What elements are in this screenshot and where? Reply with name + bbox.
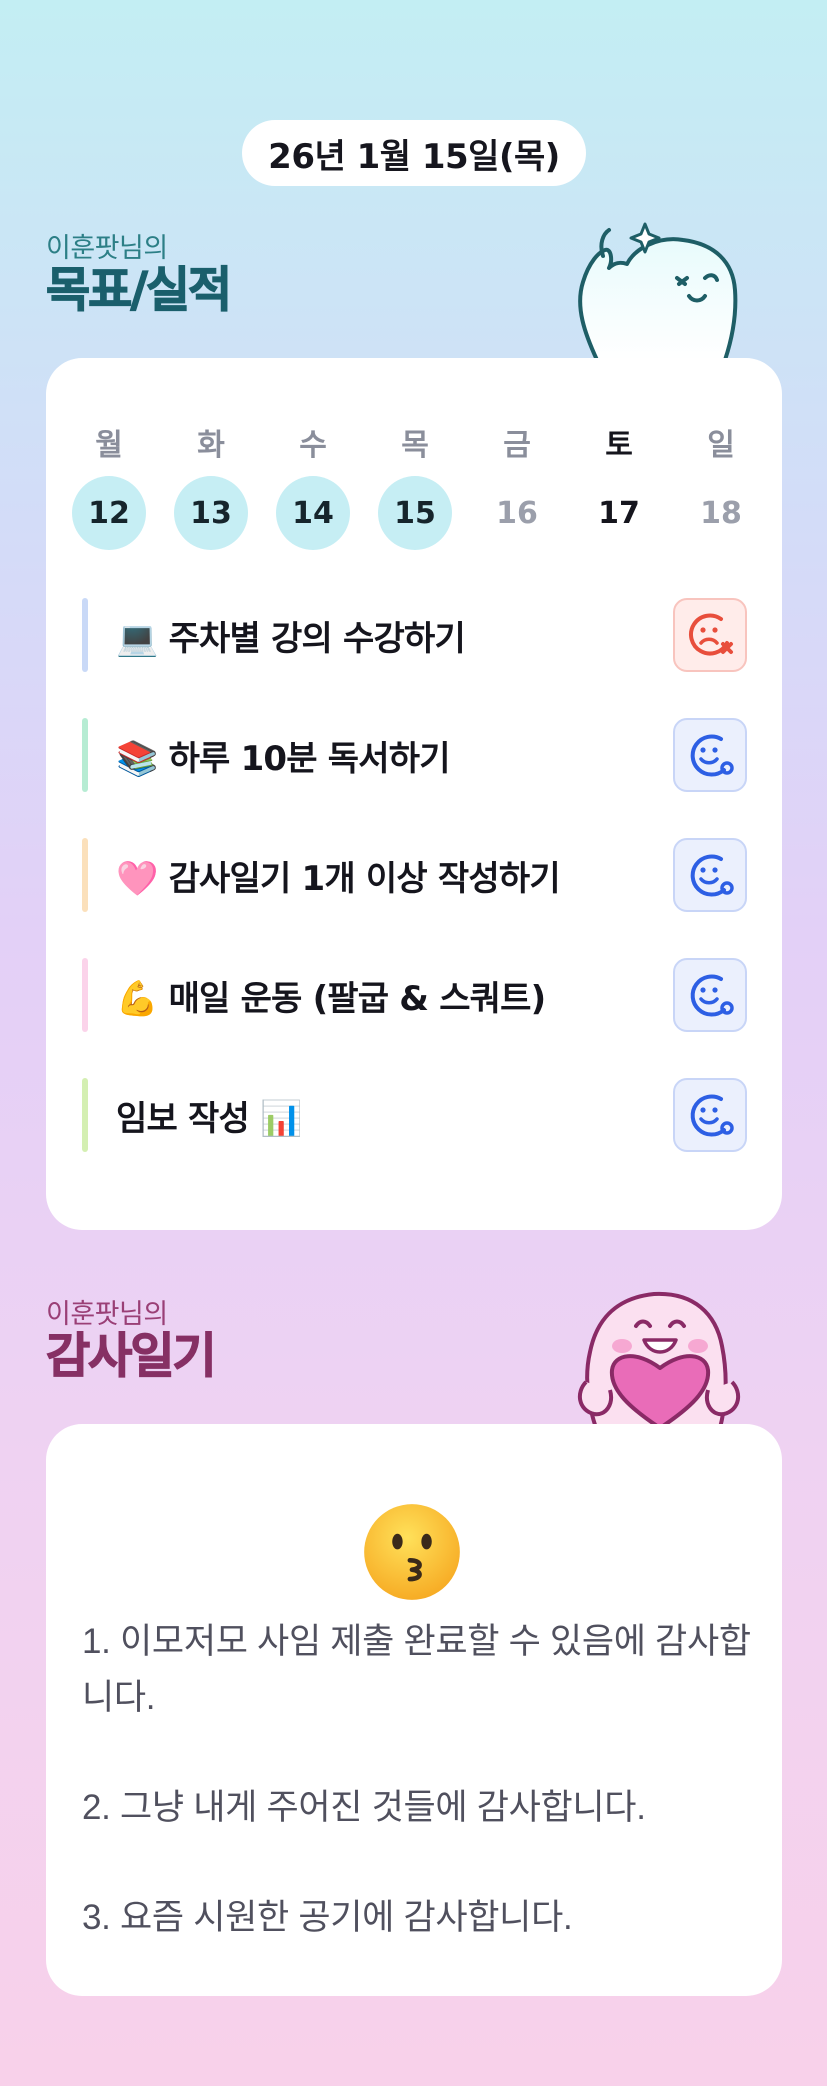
weekday-label: 일 xyxy=(707,428,735,463)
goal-list: 💻 주차별 강의 수강하기 📚 하루 10분 독서하기 🩷 감사일기 1개 이상… xyxy=(82,598,747,1198)
date-circle[interactable]: 16 xyxy=(480,476,554,550)
goal-status-button[interactable] xyxy=(673,598,747,672)
goals-section-heading: 이훈팟님의 목표/실적 xyxy=(45,233,232,318)
goal-item[interactable]: 💻 주차별 강의 수강하기 xyxy=(82,598,747,672)
date-circle[interactable]: 18 xyxy=(684,476,758,550)
weekday-label: 월 xyxy=(95,428,123,463)
gratitude-card: 1. 이모저모 사임 제출 완료할 수 있음에 감사합니다. 2. 그냥 내게 … xyxy=(46,1424,782,1996)
smile-face-check-icon xyxy=(690,854,734,897)
weekday-label-today: 토 xyxy=(605,428,633,463)
goal-status-button[interactable] xyxy=(673,1078,747,1152)
date-circle-today[interactable]: 17 xyxy=(582,476,656,550)
week-dates: 12 13 14 15 16 17 18 xyxy=(72,476,758,550)
weekday-label: 수 xyxy=(299,428,327,463)
goals-owner-label: 이훈팟님의 xyxy=(46,233,168,264)
date-circle-completed[interactable]: 12 xyxy=(72,476,146,550)
gratitude-owner-label: 이훈팟님의 xyxy=(46,1299,168,1330)
date-circle-completed[interactable]: 13 xyxy=(174,476,248,550)
goals-card: 월 화 수 목 금 토 일 12 13 14 15 16 17 18 💻 주차별… xyxy=(46,358,782,1230)
sad-face-x-icon xyxy=(689,613,733,656)
kissing-face-icon xyxy=(364,1504,460,1600)
goal-status-button[interactable] xyxy=(673,958,747,1032)
goal-item[interactable]: 임보 작성 📊 xyxy=(82,1078,747,1152)
gratitude-section-heading: 이훈팟님의 감사일기 xyxy=(45,1299,217,1384)
weekday-label: 화 xyxy=(197,428,225,463)
goal-color-bar xyxy=(82,718,88,792)
date-pill[interactable]: 26년 1월 15일(목) xyxy=(242,120,586,186)
goal-text: 💪 매일 운동 (팔굽 & 스쿼트) xyxy=(116,978,546,1019)
gratitude-title: 감사일기 xyxy=(45,1328,217,1384)
goal-item[interactable]: 📚 하루 10분 독서하기 xyxy=(82,718,747,792)
weekday-label: 금 xyxy=(503,428,531,463)
weekday-labels: 월 화 수 목 금 토 일 xyxy=(72,420,758,464)
goal-item[interactable]: 💪 매일 운동 (팔굽 & 스쿼트) xyxy=(82,958,747,1032)
goals-title: 목표/실적 xyxy=(45,262,232,318)
weekday-label: 목 xyxy=(401,428,429,463)
goal-color-bar xyxy=(82,598,88,672)
smile-face-check-icon xyxy=(690,734,734,777)
heart-hugging-mascot-icon xyxy=(577,1291,741,1428)
waving-mascot-icon xyxy=(578,222,738,360)
date-circle-completed[interactable]: 14 xyxy=(276,476,350,550)
goal-status-button[interactable] xyxy=(673,838,747,912)
goal-item[interactable]: 🩷 감사일기 1개 이상 작성하기 xyxy=(82,838,747,912)
goal-color-bar xyxy=(82,838,88,912)
goal-status-button[interactable] xyxy=(673,718,747,792)
gratitude-entries: 1. 이모저모 사임 제출 완료할 수 있음에 감사합니다. 2. 그냥 내게 … xyxy=(82,1614,752,1946)
smile-face-check-icon xyxy=(690,1094,734,1137)
goal-text: 📚 하루 10분 독서하기 xyxy=(116,738,451,779)
smile-face-check-icon xyxy=(690,974,734,1017)
goal-text: 🩷 감사일기 1개 이상 작성하기 xyxy=(116,858,561,899)
goal-color-bar xyxy=(82,1078,88,1152)
gratitude-entry: 2. 그냥 내게 주어진 것들에 감사합니다. xyxy=(82,1788,646,1827)
gratitude-entry: 3. 요즘 시원한 공기에 감사합니다. xyxy=(82,1898,573,1937)
gratitude-entry: 1. 이모저모 사임 제출 완료할 수 있음에 감사합니다. xyxy=(82,1622,751,1717)
goal-text: 임보 작성 📊 xyxy=(116,1098,302,1139)
date-circle-completed[interactable]: 15 xyxy=(378,476,452,550)
goal-text: 💻 주차별 강의 수강하기 xyxy=(116,618,466,659)
goal-color-bar xyxy=(82,958,88,1032)
